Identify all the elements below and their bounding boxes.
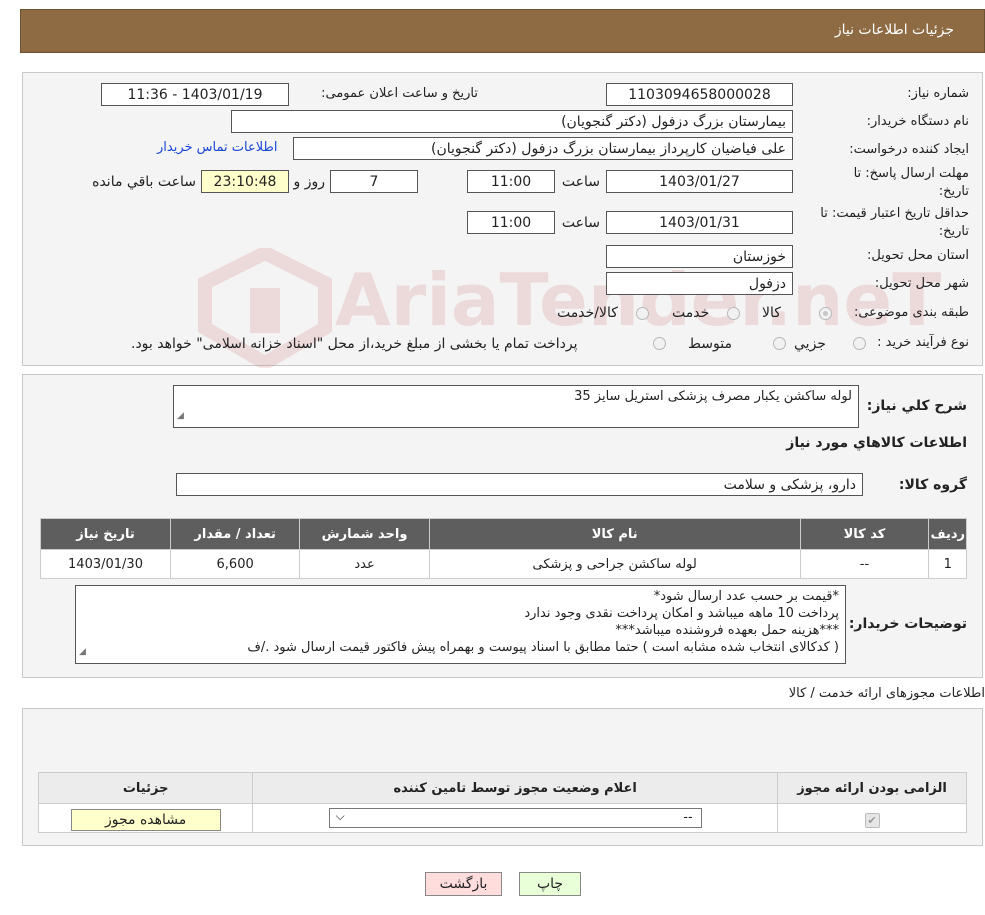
page-header: جزئیات اطلاعات نیاز <box>20 9 985 53</box>
category-label: طبقه بندی موضوعی: <box>853 305 969 320</box>
page-title: جزئیات اطلاعات نیاز <box>834 22 954 38</box>
buyer-note-line-2: پرداخت 10 ماهه میباشد و امکان پرداخت نقد… <box>524 606 839 621</box>
resize-handle-icon[interactable]: ◢ <box>79 644 86 661</box>
announce-field: 1403/01/19 - 11:36 <box>101 83 289 106</box>
goods-table: رديف کد کالا نام کالا واحد شمارش تعداد /… <box>39 518 967 579</box>
cell-name: لوله ساکشن جراحی و پزشکی <box>428 549 801 579</box>
col-name: نام کالا <box>428 518 801 550</box>
permits-table-header: الزامی بودن ارائه مجوز اعلام وضعیت مجوز … <box>37 772 967 804</box>
buyer-label: نام دستگاه خریدار: <box>866 114 969 129</box>
cell-details: مشاهده مجوز <box>37 803 254 833</box>
buyer-contact-link[interactable]: اطلاعات تماس خریدار <box>157 140 277 155</box>
process-radio-treasury[interactable] <box>653 337 666 350</box>
remaining-time-field: 23:10:48 <box>201 170 289 193</box>
col-details: جزئیات <box>37 772 254 804</box>
col-quantity: تعداد / مقدار <box>170 518 301 550</box>
category-option-goods-service: کالا/خدمت <box>557 305 618 321</box>
col-row: رديف <box>928 518 967 550</box>
process-option-minor: جزیي <box>794 336 826 352</box>
need-number-field: 1103094658000028 <box>606 83 793 106</box>
buyer-note-line-3: ***هزینه حمل بعهده فروشنده میباشد*** <box>615 623 839 638</box>
cell-unit: عدد <box>299 549 430 579</box>
buyer-field: بیمارستان بزرگ دزفول (دکتر گنجویان) <box>231 110 793 133</box>
required-checkbox[interactable]: ✔ <box>864 812 880 828</box>
col-code: کد کالا <box>799 518 930 550</box>
print-button[interactable]: چاپ <box>519 872 581 896</box>
process-radio-medium[interactable] <box>773 337 786 350</box>
table-row: 1 -- لوله ساکشن جراحی و پزشکی عدد 6,600 … <box>39 549 967 579</box>
validity-time-field: 11:00 <box>467 211 555 234</box>
province-label: استان محل تحویل: <box>867 248 969 263</box>
description-label: شرح کلي نياز: <box>866 398 967 414</box>
validity-label-date: تاریخ: <box>938 224 969 239</box>
process-note: پرداخت تمام یا بخشی از مبلغ خرید،از محل … <box>131 336 578 352</box>
process-option-medium: متوسط <box>688 336 732 352</box>
deadline-time-field: 11:00 <box>467 170 555 193</box>
category-option-service: خدمت <box>672 305 710 321</box>
announce-label: تاریخ و ساعت اعلان عمومی: <box>321 86 478 101</box>
deadline-label-date: تاریخ: <box>938 184 969 199</box>
permits-title: اطلاعات مجوزهای ارائه خدمت / کالا <box>788 686 985 701</box>
cell-status: -- ⌵ <box>252 803 779 833</box>
category-radio-goods-service[interactable] <box>636 307 649 320</box>
validity-time-label: ساعت <box>561 215 600 231</box>
permit-status-value: -- <box>683 810 693 825</box>
remaining-label: ساعت باقي مانده <box>92 174 196 190</box>
process-label: نوع فرآیند خرید : <box>877 335 969 350</box>
col-status: اعلام وضعیت مجوز توسط تامین کننده <box>252 772 779 804</box>
resize-handle-icon[interactable]: ◢ <box>177 408 184 425</box>
goods-table-header: رديف کد کالا نام کالا واحد شمارش تعداد /… <box>39 518 967 550</box>
cell-quantity: 6,600 <box>170 549 301 579</box>
goods-group-field: دارو، پزشکی و سلامت <box>176 473 863 496</box>
cell-required: ✔ <box>777 803 967 833</box>
description-text: لوله ساکشن یکبار مصرف پزشکی استریل سایز … <box>574 389 852 404</box>
col-date: تاریخ نیاز <box>39 518 172 550</box>
creator-field: علی فیاضیان کارپرداز بیمارستان بزرگ دزفو… <box>293 137 793 160</box>
permit-status-select[interactable]: -- ⌵ <box>328 808 702 828</box>
buyer-notes-field: *قیمت بر حسب عدد ارسال شود* پرداخت 10 ما… <box>75 585 846 664</box>
deadline-date-field: 1403/01/27 <box>606 170 793 193</box>
col-unit: واحد شمارش <box>299 518 430 550</box>
city-label: شهر محل تحویل: <box>874 276 969 291</box>
days-field: 7 <box>330 170 418 193</box>
validity-label: حداقل تاریخ اعتبار قیمت: تا <box>820 206 969 221</box>
validity-date-field: 1403/01/31 <box>606 211 793 234</box>
watermark-text: AriaTender.neT <box>335 258 942 342</box>
buyer-note-line-1: *قیمت بر حسب عدد ارسال شود* <box>653 589 839 604</box>
view-permit-button[interactable]: مشاهده مجوز <box>70 809 221 831</box>
description-field: لوله ساکشن یکبار مصرف پزشکی استریل سایز … <box>173 385 859 428</box>
goods-group-label: گروه کالا: <box>898 477 967 493</box>
goods-section-title: اطلاعات کالاهاي مورد نياز <box>786 435 967 451</box>
buyer-note-line-4: ( کدکالای انتخاب شده مشابه است ) حتما مط… <box>247 640 839 655</box>
province-field: خوزستان <box>606 245 793 268</box>
cell-code: -- <box>799 549 930 579</box>
cell-row: 1 <box>928 549 967 579</box>
category-radio-goods[interactable] <box>819 307 832 320</box>
deadline-label: مهلت ارسال پاسخ: تا <box>853 166 969 181</box>
creator-label: ایجاد کننده درخواست: <box>849 142 969 157</box>
chevron-down-icon: ⌵ <box>335 809 345 823</box>
city-field: دزفول <box>606 272 793 295</box>
col-required: الزامی بودن ارائه مجوز <box>777 772 967 804</box>
deadline-time-label: ساعت <box>561 174 600 190</box>
back-button[interactable]: بازگشت <box>425 872 502 896</box>
table-row: ✔ -- ⌵ مشاهده مجوز <box>37 803 967 833</box>
cell-date: 1403/01/30 <box>39 549 172 579</box>
permits-table: الزامی بودن ارائه مجوز اعلام وضعیت مجوز … <box>37 772 967 833</box>
category-option-goods: کالا <box>762 305 781 321</box>
need-number-label: شماره نیاز: <box>907 86 969 101</box>
process-radio-minor[interactable] <box>853 337 866 350</box>
category-radio-service[interactable] <box>727 307 740 320</box>
days-label: روز و <box>293 174 326 190</box>
buyer-notes-label: توضیحات خریدار: <box>848 616 967 632</box>
